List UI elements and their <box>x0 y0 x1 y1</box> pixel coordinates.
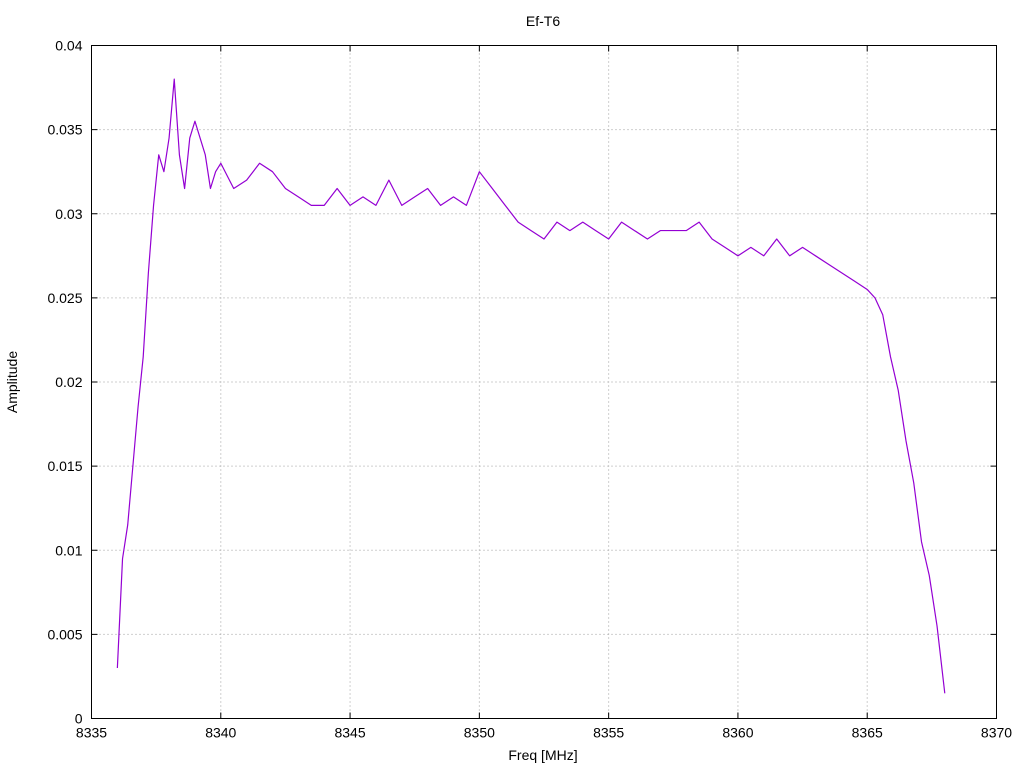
x-tick-label: 8355 <box>593 725 624 741</box>
y-tick-label: 0.015 <box>47 458 82 474</box>
x-tick-label: 8360 <box>722 725 753 741</box>
data-series <box>116 78 946 694</box>
x-tick-label: 8350 <box>464 725 495 741</box>
y-tick-label: 0.02 <box>55 374 82 390</box>
x-axis-label: Freq [MHz] <box>508 747 577 763</box>
y-tick-label: 0.005 <box>47 626 82 642</box>
x-tick-label: 8335 <box>76 725 107 741</box>
series-line <box>116 78 946 694</box>
y-tick-label: 0.025 <box>47 290 82 306</box>
y-tick-label: 0 <box>75 711 83 727</box>
y-tick-label: 0.01 <box>55 542 82 558</box>
tick-labels: 8335 8340 8345 8350 8355 8360 8365 8370 0 0.005 0.… <box>47 38 1012 741</box>
line-chart: 8335 8340 8345 8350 8355 8360 8365 8370 0 0.005 0.… <box>4 13 1012 763</box>
grid-lines <box>91 45 997 719</box>
x-tick-label: 8340 <box>205 725 236 741</box>
y-tick-label: 0.035 <box>47 122 82 138</box>
chart-title: Ef-T6 <box>526 13 560 29</box>
x-tick-label: 8365 <box>852 725 883 741</box>
y-tick-label: 0.04 <box>55 38 82 54</box>
x-tick-label: 8345 <box>334 725 365 741</box>
y-axis-label: Amplitude <box>4 351 20 413</box>
x-tick-label: 8370 <box>981 725 1012 741</box>
y-tick-label: 0.03 <box>55 206 82 222</box>
